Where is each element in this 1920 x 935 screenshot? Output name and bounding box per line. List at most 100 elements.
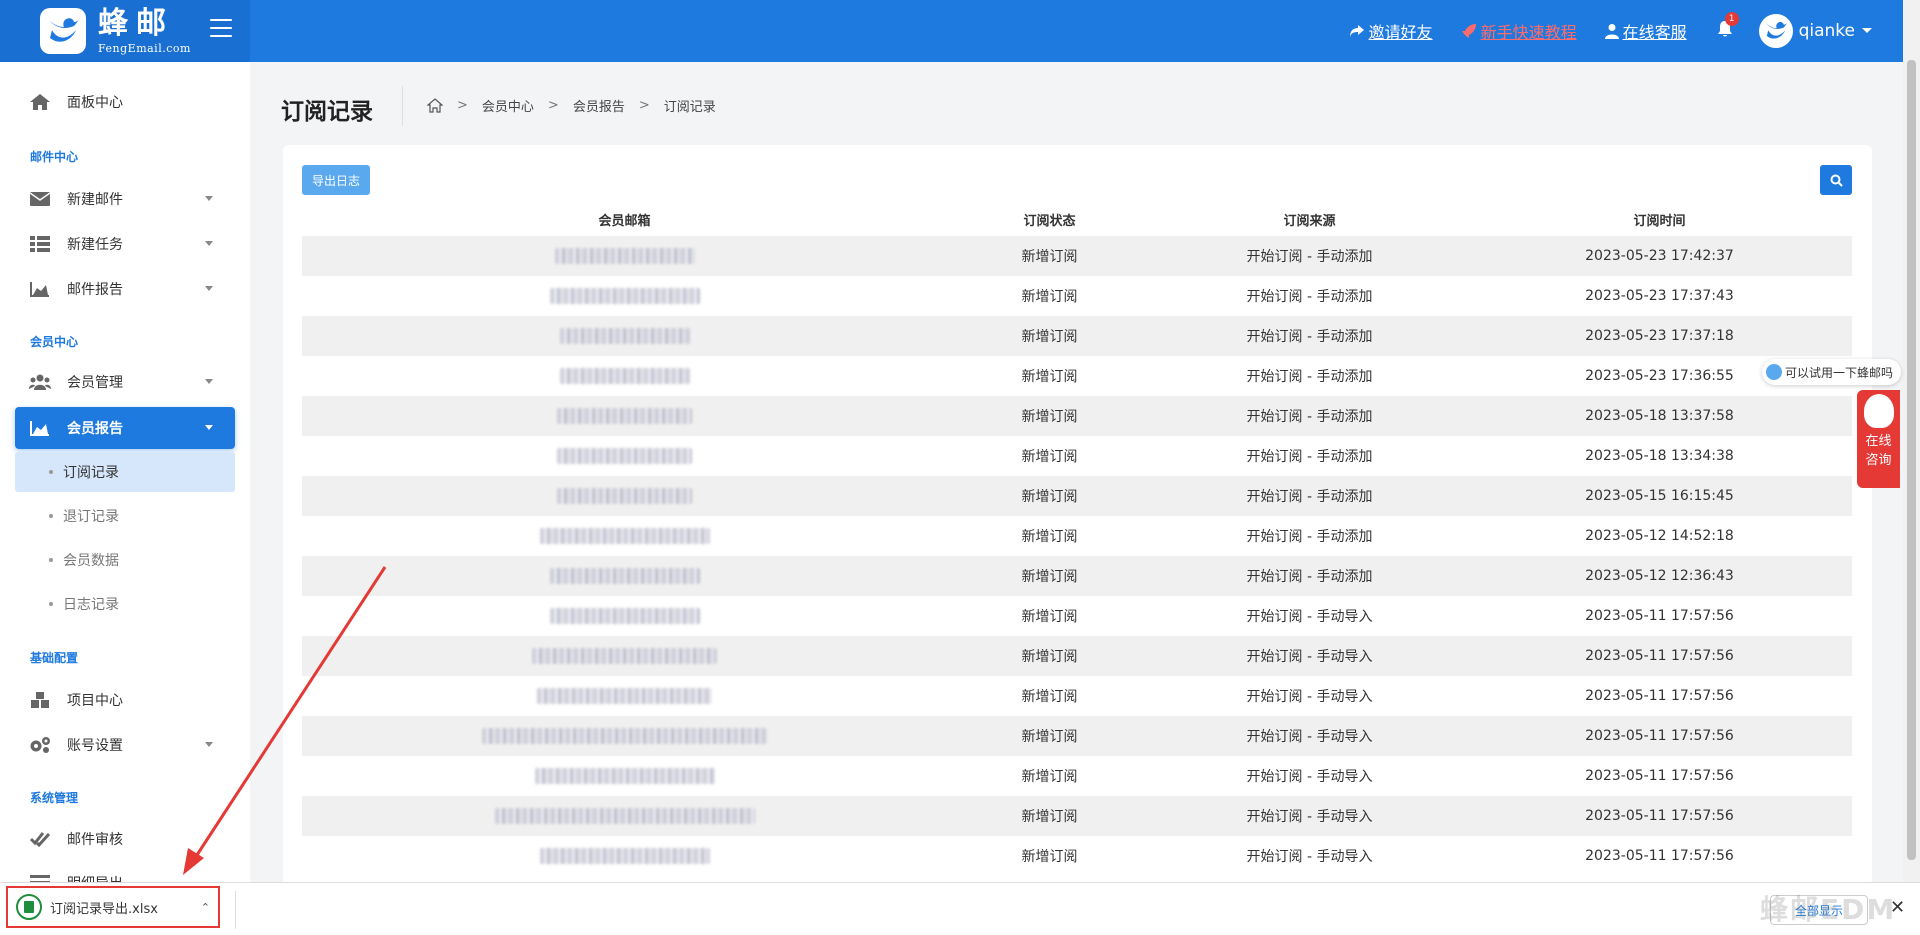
table-row: 新增订阅 开始订阅 - 手动添加 2023-05-23 17:37:43 [302,276,1852,316]
cell-status: 新增订阅 [1021,489,1078,505]
sidebar-item-label: 邮件审核 [67,832,123,848]
blurred-email [559,328,690,344]
caret-down-icon [205,379,213,384]
table-row: 新增订阅 开始订阅 - 手动添加 2023-05-23 17:36:55 [302,356,1852,396]
cell-time: 2023-05-12 14:52:18 [1585,528,1734,544]
sidebar-sub-label: 会员数据 [63,553,119,569]
caret-down-icon [205,241,213,246]
cell-time: 2023-05-11 17:57:56 [1585,688,1734,704]
list-icon [29,874,51,882]
column-header-status: 订阅状态 [1023,213,1076,229]
section-member: 会员中心 [30,335,79,349]
excel-file-icon [16,894,42,920]
table-row: 新增订阅 开始订阅 - 手动添加 2023-05-18 13:34:38 [302,436,1852,476]
blurred-email [557,448,692,464]
gears-icon [29,736,51,754]
sidebar-item-new-mail[interactable]: 新建邮件 [15,178,235,220]
chevron-up-icon[interactable]: ⌃ [201,901,210,914]
caret-down-icon [205,425,213,430]
sidebar-item-member-report[interactable]: 会员报告 [15,407,235,449]
search-button[interactable] [1820,165,1852,195]
cell-time: 2023-05-11 17:57:56 [1585,848,1734,864]
caret-down-icon [1862,28,1872,33]
blurred-email [539,528,710,544]
breadcrumb-item-member-report[interactable]: 会员报告 [573,96,625,115]
table-row: 新增订阅 开始订阅 - 手动添加 2023-05-15 16:15:45 [302,476,1852,516]
table-row: 新增订阅 开始订阅 - 手动添加 2023-05-23 17:42:37 [302,236,1852,276]
sidebar-sub-label: 日志记录 [63,597,119,613]
blurred-email [554,248,695,264]
download-item[interactable]: 订阅记录导出.xlsx ⌃ [6,886,220,928]
list-icon [29,235,51,253]
cell-status: 新增订阅 [1021,729,1078,745]
menu-toggle-icon[interactable] [210,19,232,43]
sidebar-sub-member-data[interactable]: 会员数据 [15,540,235,580]
cell-status: 新增订阅 [1021,689,1078,705]
cell-source: 开始订阅 - 手动导入 [1246,729,1373,745]
sidebar-item-account-settings[interactable]: 账号设置 [15,724,235,766]
cell-time: 2023-05-18 13:34:38 [1585,448,1734,464]
user-menu[interactable]: qianke [1758,14,1873,48]
online-service-link[interactable]: 在线客服 [1604,19,1687,43]
cell-email [302,756,947,796]
sidebar-sub-unsubscribe-records[interactable]: 退订记录 [15,496,235,536]
sidebar-item-new-task[interactable]: 新建任务 [15,223,235,265]
sidebar-item-label: 账号设置 [67,738,123,754]
cell-email [302,796,947,836]
try-prompt-bubble[interactable]: 可以试用一下蜂邮吗 [1762,359,1902,385]
scrollbar-thumb[interactable] [1907,60,1916,860]
blurred-email [557,488,692,504]
sidebar-item-mail-review[interactable]: 邮件审核 [15,818,235,860]
cell-status: 新增订阅 [1021,329,1078,345]
sidebar-item-detail-export[interactable]: 明细导出 [15,862,235,882]
section-system: 系统管理 [30,791,79,805]
blurred-email [539,848,710,864]
table-row: 新增订阅 开始订阅 - 手动导入 2023-05-11 17:57:56 [302,716,1852,756]
caret-down-icon [205,742,213,747]
cell-source: 开始订阅 - 手动导入 [1246,849,1373,865]
table-row: 新增订阅 开始订阅 - 手动添加 2023-05-23 17:37:18 [302,316,1852,356]
try-prompt-text: 可以试用一下蜂邮吗 [1785,365,1894,380]
sidebar-item-dashboard[interactable]: 面板中心 [15,81,235,123]
table-row: 新增订阅 开始订阅 - 手动导入 2023-05-11 17:57:56 [302,596,1852,636]
invite-friends-link[interactable]: 邀请好友 [1349,19,1433,43]
cell-source: 开始订阅 - 手动导入 [1246,649,1373,665]
notification-bell[interactable]: 1 [1717,12,1739,42]
page-scrollbar[interactable] [1903,0,1920,882]
username: qianke [1798,21,1855,41]
table-row: 新增订阅 开始订阅 - 手动添加 2023-05-12 14:52:18 [302,516,1852,556]
home-icon[interactable] [427,98,443,113]
sidebar-item-label: 会员管理 [67,375,123,391]
cell-source: 开始订阅 - 手动添加 [1246,529,1373,545]
cell-source: 开始订阅 - 手动导入 [1246,689,1373,705]
blurred-email [534,768,715,784]
cell-time: 2023-05-23 17:37:18 [1585,328,1734,344]
quick-tutorial-link[interactable]: 新手快速教程 [1461,19,1577,43]
sidebar-sub-subscribe-records[interactable]: 订阅记录 [15,452,235,492]
cell-time: 2023-05-11 17:57:56 [1585,608,1734,624]
cell-email [302,476,947,516]
cell-email [302,556,947,596]
breadcrumb-item-member-center[interactable]: 会员中心 [482,96,534,115]
consult-label-line1: 在线 [1865,434,1892,449]
chevron-right-icon: > [457,98,468,113]
brand-logo[interactable]: 蜂邮 FengEmail.com [0,0,250,62]
blurred-email [537,688,712,704]
cell-email [302,276,947,316]
sidebar-sub-log-records[interactable]: 日志记录 [15,584,235,624]
cell-time: 2023-05-11 17:57:56 [1585,768,1734,784]
table-row: 新增订阅 开始订阅 - 手动导入 2023-05-11 17:57:56 [302,756,1852,796]
brand-name: 蜂邮 [98,5,174,41]
online-consult-button[interactable]: 在线 咨询 [1857,390,1900,488]
sidebar-item-project-center[interactable]: 项目中心 [15,679,235,721]
cell-email [302,356,947,396]
cell-status: 新增订阅 [1021,649,1078,665]
sidebar-item-member-manage[interactable]: 会员管理 [15,361,235,403]
export-log-button[interactable]: 导出日志 [302,165,370,195]
users-icon [29,373,51,391]
column-header-time: 订阅时间 [1633,213,1686,229]
sidebar-item-mail-report[interactable]: 邮件报告 [15,268,235,310]
chevron-right-icon: > [547,98,559,113]
cell-source: 开始订阅 - 手动添加 [1246,329,1373,345]
sidebar-item-label: 邮件报告 [67,282,123,298]
